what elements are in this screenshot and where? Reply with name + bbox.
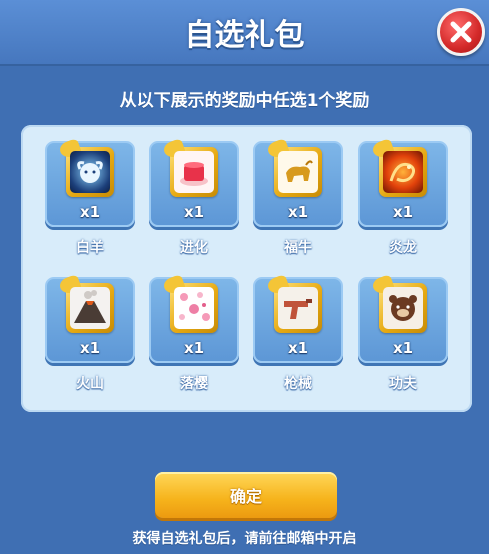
volcano-icon xyxy=(74,290,106,323)
reward-item-flame-dragon[interactable]: x1 炎龙 xyxy=(358,138,448,263)
reward-name: 落樱 xyxy=(180,376,208,392)
dialog-title: 自选礼包 xyxy=(184,18,305,53)
footer-note: 获得自选礼包后，请前往邮箱中开启 xyxy=(132,531,357,547)
reward-frame xyxy=(161,274,218,333)
reward-item-kungfu[interactable]: x1 功夫 xyxy=(358,274,448,399)
reward-quantity: x1 xyxy=(287,203,309,221)
reward-item-cherry-blossom[interactable]: x1 落樱 xyxy=(149,274,239,399)
reward-quantity: x1 xyxy=(183,339,205,357)
dialog-subtitle: 从以下展示的奖励中任选1个奖励 xyxy=(119,91,370,111)
pistol-icon xyxy=(284,299,312,319)
reward-item-volcano[interactable]: x1 火山 xyxy=(45,274,135,399)
reward-quantity: x1 xyxy=(287,339,309,357)
reward-name: 福牛 xyxy=(284,240,312,256)
reward-item-lucky-ox[interactable]: x1 福牛 xyxy=(253,138,343,263)
reward-name: 炎龙 xyxy=(389,240,417,256)
confirm-button[interactable]: 确定 xyxy=(155,472,337,518)
reward-frame xyxy=(57,138,114,197)
reward-panel: x1 白羊 x1 进化 x1 福牛 x1 炎龙 x1 火山 x1 落樱 x1 枪… xyxy=(21,125,472,412)
reward-item-aries[interactable]: x1 白羊 xyxy=(45,138,135,263)
close-icon xyxy=(450,21,472,43)
reward-quantity: x1 xyxy=(79,203,101,221)
reward-name: 火山 xyxy=(76,376,104,392)
close-button[interactable] xyxy=(437,8,485,56)
reward-frame xyxy=(265,274,322,333)
reward-quantity: x1 xyxy=(183,203,205,221)
reward-item-evolve[interactable]: x1 进化 xyxy=(149,138,239,263)
reward-frame xyxy=(161,138,218,197)
reward-name: 白羊 xyxy=(76,240,104,256)
reward-name: 进化 xyxy=(180,240,208,256)
aries-icon xyxy=(77,161,103,183)
evolve-cake-icon xyxy=(180,162,208,186)
reward-frame xyxy=(370,274,427,333)
reward-item-pistol[interactable]: x1 枪械 xyxy=(253,274,343,399)
reward-quantity: x1 xyxy=(392,339,414,357)
reward-quantity: x1 xyxy=(392,203,414,221)
reward-name: 功夫 xyxy=(389,376,417,392)
dialog-header: 自选礼包 xyxy=(0,0,489,66)
reward-frame xyxy=(57,274,114,333)
reward-name: 枪械 xyxy=(284,376,312,392)
lucky-ox-icon xyxy=(286,160,313,182)
kungfu-bear-icon xyxy=(389,295,417,321)
reward-quantity: x1 xyxy=(79,339,101,357)
flame-dragon-icon xyxy=(389,162,416,183)
cherry-blossom-icon xyxy=(179,292,210,321)
reward-frame xyxy=(370,138,427,197)
reward-frame xyxy=(265,138,322,197)
